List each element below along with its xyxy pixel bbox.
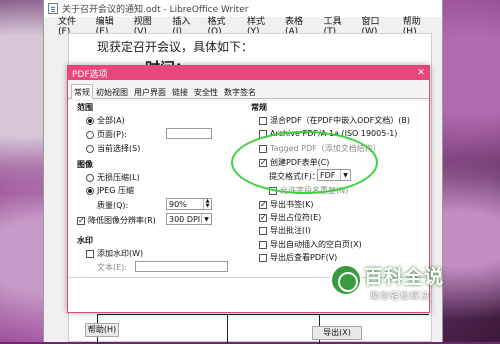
- view-after-export-label: 导出后查看PDF(V): [270, 253, 338, 262]
- archive-pdf-label: Archive PDF/A-1a (ISO 19005-1): [270, 129, 398, 138]
- export-blank-pages-label: 导出自动插入的空白页(X): [270, 240, 362, 249]
- document-table[interactable]: [97, 314, 429, 344]
- allow-duplicate-option[interactable]: 允许字段名重复(N): [269, 185, 348, 196]
- general-heading: 常规: [251, 103, 267, 112]
- lossless-label: 无损压缩(L): [97, 173, 140, 182]
- document-text-line: 现获定召开会议，具体如下：: [97, 40, 254, 54]
- watermark-text-input[interactable]: [135, 261, 228, 272]
- radio-selected-icon[interactable]: [86, 116, 94, 125]
- dialog-tabs: 常规 初始视图 用户界面 链接 安全性 数字签名: [68, 80, 429, 99]
- export-blank-pages-option[interactable]: 导出自动插入的空白页(X): [259, 239, 362, 250]
- checkbox-checked-icon[interactable]: [259, 213, 267, 222]
- image-heading: 图像: [77, 160, 93, 169]
- export-placeholders-option[interactable]: 导出占位符(E): [259, 212, 321, 223]
- checkbox-icon[interactable]: [259, 144, 267, 153]
- view-after-export-option[interactable]: 导出后查看PDF(V): [259, 252, 337, 263]
- watermark-logo: 百科全说 助你轻松解决: [330, 262, 490, 314]
- submit-format-label: 提交格式(F)：: [269, 172, 320, 181]
- checkbox-icon[interactable]: [269, 186, 277, 195]
- export-bookmarks-option[interactable]: 导出书签(K): [259, 199, 314, 210]
- radio-icon[interactable]: [86, 173, 94, 182]
- submit-format-select[interactable]: FDF ▼: [317, 169, 351, 181]
- archive-pdf-option[interactable]: Archive PDF/A-1a (ISO 19005-1): [259, 129, 397, 138]
- tab-digital-signatures[interactable]: 数字签名: [221, 84, 259, 98]
- allow-duplicate-label: 允许字段名重复(N): [280, 186, 349, 195]
- checkbox-icon[interactable]: [259, 253, 267, 262]
- range-all-option[interactable]: 全部(A): [86, 115, 125, 126]
- hybrid-pdf-option[interactable]: 混合PDF（在PDF中嵌入ODF文档）(B): [259, 115, 410, 126]
- checkbox-checked-icon[interactable]: [259, 200, 267, 209]
- add-watermark-option[interactable]: 添加水印(W): [86, 248, 143, 259]
- range-pages-label: 页面(P):: [97, 130, 127, 139]
- add-watermark-label: 添加水印(W): [97, 249, 144, 258]
- range-pages-option[interactable]: 页面(P):: [86, 129, 127, 140]
- create-form-label: 创建PDF表单(C): [270, 158, 330, 167]
- resolution-select[interactable]: 300 DPI ▼: [166, 213, 212, 225]
- logo-badge-icon: [330, 264, 362, 296]
- logo-text: 百科全说: [364, 266, 445, 288]
- range-all-label: 全部(A): [97, 116, 125, 125]
- quality-label: 质量(Q):: [97, 201, 129, 210]
- radio-icon[interactable]: [86, 144, 94, 153]
- tagged-pdf-label: Tagged PDF（添加文档结构）: [270, 144, 381, 153]
- menu-bar: 文件(F) 编辑(E) 视图(V) 插入(I) 格式(O) 样式(Y) 表格(A…: [44, 17, 442, 37]
- jpeg-option[interactable]: JPEG 压缩: [86, 185, 134, 196]
- close-icon[interactable]: ✕: [413, 68, 429, 78]
- checkbox-checked-icon[interactable]: [259, 158, 267, 167]
- checkbox-icon[interactable]: [259, 129, 267, 138]
- logo-tagline: 助你轻松解决: [370, 292, 431, 302]
- checkbox-icon[interactable]: [259, 240, 267, 249]
- range-selection-label: 当前选择(S): [97, 144, 141, 153]
- chevron-down-icon[interactable]: ▼: [340, 170, 350, 180]
- radio-selected-icon[interactable]: [86, 186, 94, 195]
- checkbox-icon[interactable]: [86, 249, 94, 258]
- checkbox-checked-icon[interactable]: [77, 216, 85, 225]
- watermark-text-label: 文本(E):: [97, 263, 127, 272]
- checkbox-icon[interactable]: [259, 226, 267, 235]
- help-button[interactable]: 帮助(H): [85, 323, 119, 337]
- stepper-arrows-icon[interactable]: ▲ ▼: [203, 199, 211, 209]
- table-column-line: [227, 315, 228, 344]
- tab-security[interactable]: 安全性: [191, 84, 221, 98]
- export-comments-label: 导出批注(I): [270, 226, 311, 235]
- radio-icon[interactable]: [86, 130, 94, 139]
- reduce-resolution-label: 降低图像分辨率(R): [88, 216, 156, 225]
- checkbox-icon[interactable]: [259, 116, 267, 125]
- writer-document-icon: [48, 3, 58, 14]
- resolution-value: 300 DPI: [169, 214, 201, 224]
- range-heading: 范围: [77, 103, 93, 112]
- range-selection-option[interactable]: 当前选择(S): [86, 143, 140, 154]
- tagged-pdf-option[interactable]: Tagged PDF（添加文档结构）: [259, 143, 381, 154]
- watermark-heading: 水印: [77, 236, 93, 245]
- quality-stepper[interactable]: 90% ▲ ▼: [166, 198, 212, 210]
- reduce-resolution-option[interactable]: 降低图像分辨率(R): [77, 215, 156, 226]
- dialog-title-bar: PDF选项 ✕: [68, 66, 429, 80]
- tab-general[interactable]: 常规: [71, 84, 93, 99]
- hybrid-pdf-label: 混合PDF（在PDF中嵌入ODF文档）(B): [270, 116, 410, 125]
- tab-initial-view[interactable]: 初始视图: [93, 84, 131, 98]
- export-comments-option[interactable]: 导出批注(I): [259, 225, 311, 236]
- export-placeholders-label: 导出占位符(E): [270, 213, 322, 222]
- tab-user-interface[interactable]: 用户界面: [131, 84, 169, 98]
- dialog-title: PDF选项: [72, 69, 108, 80]
- quality-value: 90%: [169, 199, 187, 209]
- submit-format-value: FDF: [320, 170, 336, 180]
- export-bookmarks-label: 导出书签(K): [270, 200, 314, 209]
- tab-links[interactable]: 链接: [169, 84, 191, 98]
- export-button[interactable]: 导出(X): [312, 326, 362, 340]
- pages-input[interactable]: [166, 128, 212, 139]
- lossless-option[interactable]: 无损压缩(L): [86, 172, 140, 183]
- jpeg-label: JPEG 压缩: [97, 186, 134, 195]
- create-form-option[interactable]: 创建PDF表单(C): [259, 157, 329, 168]
- chevron-down-icon[interactable]: ▼: [201, 214, 211, 224]
